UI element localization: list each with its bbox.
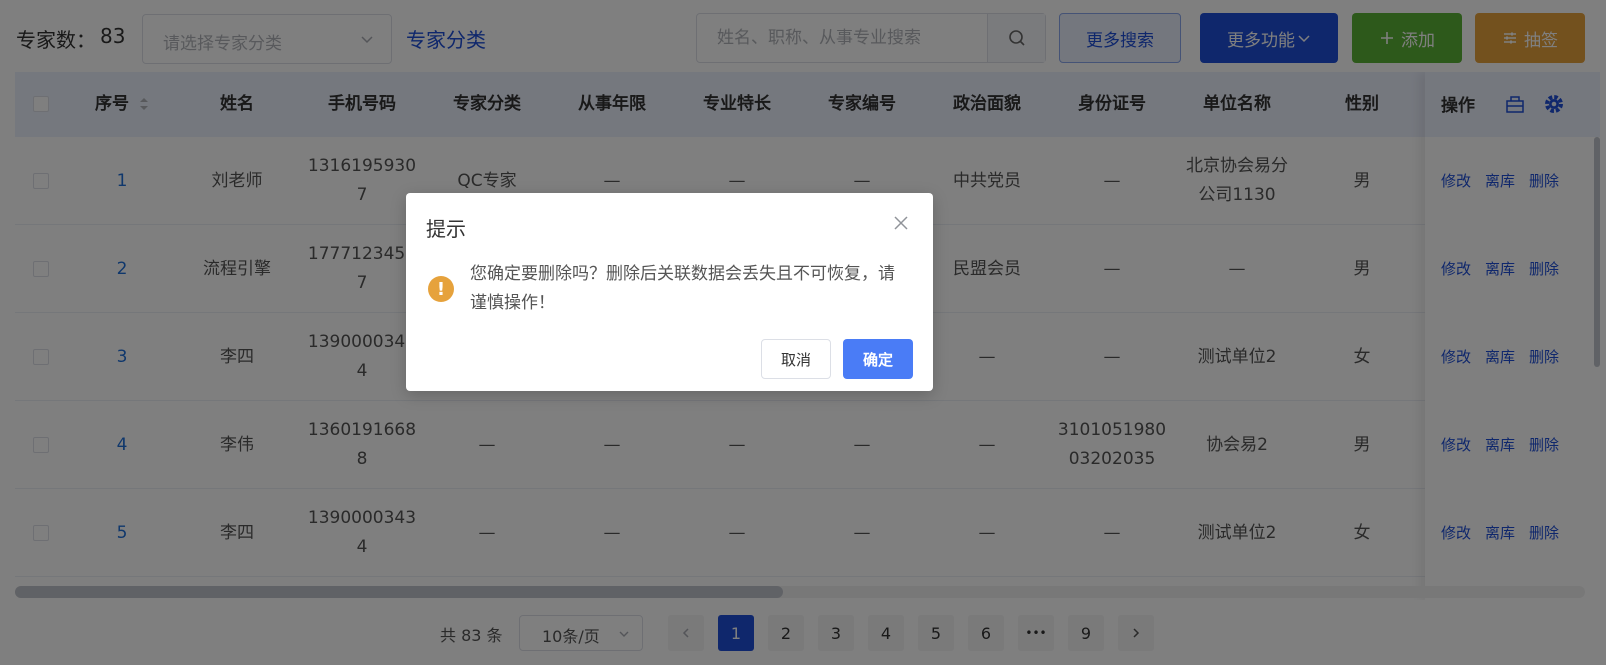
dialog-message: 您确定要删除吗？删除后关联数据会丢失且不可恢复，请谨慎操作！ [470, 264, 895, 313]
close-icon[interactable] [891, 213, 911, 233]
cancel-button[interactable]: 取消 [761, 339, 831, 379]
confirm-dialog: 提示 ! 您确定要删除吗？删除后关联数据会丢失且不可恢复，请谨慎操作！ 取消 确… [406, 193, 933, 391]
warning-icon: ! [428, 276, 454, 302]
dialog-title: 提示 [426, 217, 466, 241]
confirm-button[interactable]: 确定 [843, 339, 913, 379]
